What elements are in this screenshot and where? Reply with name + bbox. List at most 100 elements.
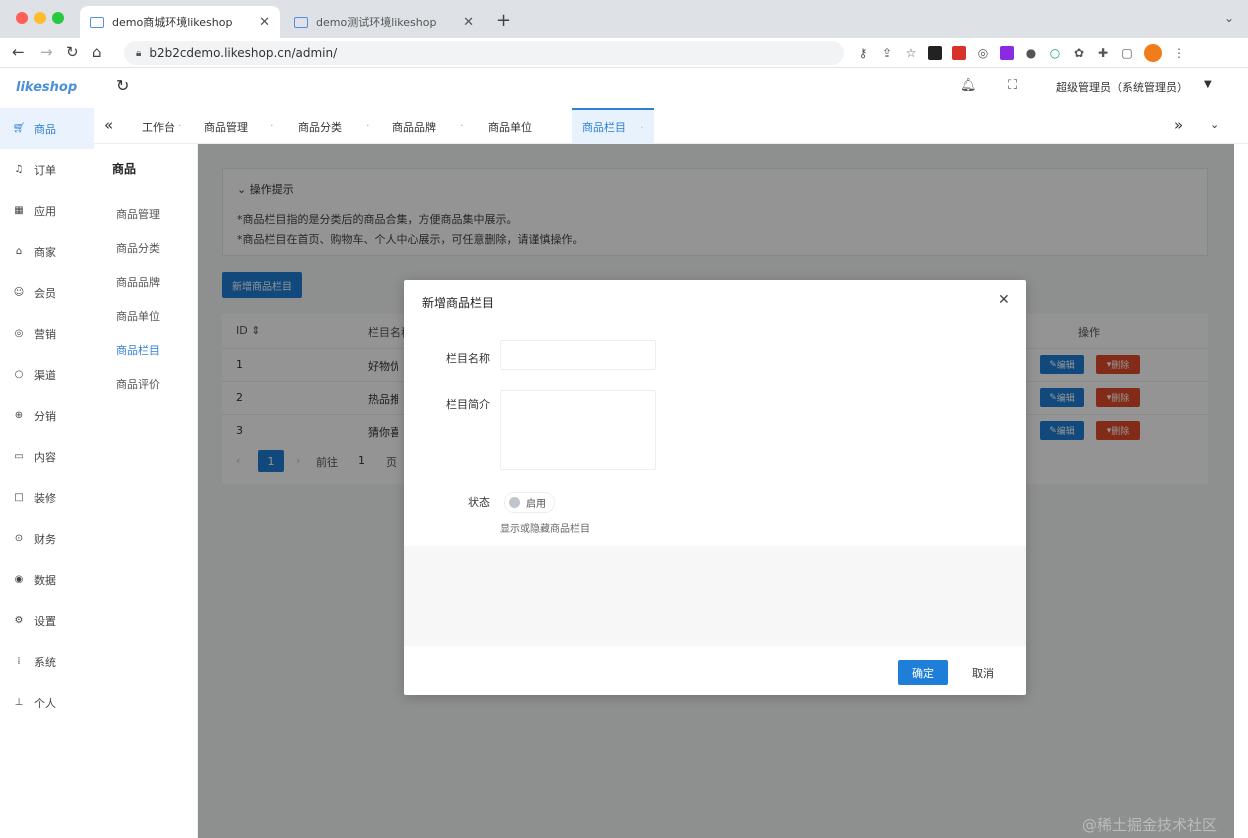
sidebar-item-label: 营销 — [34, 327, 56, 341]
dialog-title: 新增商品栏目 — [422, 296, 495, 310]
subnav-item-goods-brand[interactable]: 商品品牌 — [116, 274, 160, 290]
browser-tab-strip: demo商城环境likeshop ✕ demo测试环境likeshop ✕ + … — [0, 0, 1248, 38]
bell-icon: ♫ — [14, 164, 24, 175]
key-icon[interactable]: ⚷ — [856, 46, 870, 60]
back-icon[interactable]: ← — [12, 43, 25, 61]
sidebar-item-members[interactable]: ☺ 会员 — [0, 272, 94, 313]
tab-close-icon[interactable]: ✕ — [259, 15, 270, 30]
address-bar[interactable]: 🔒︎ b2b2cdemo.likeshop.cn/admin/ — [124, 41, 844, 65]
cart-icon: 🛒︎ — [12, 123, 26, 134]
kebab-menu-icon[interactable]: ⋮ — [1172, 46, 1186, 60]
sidebar-item-label: 财务 — [34, 532, 56, 546]
gear-icon: ⚙ — [14, 615, 24, 626]
sidebar-item-goods[interactable]: 🛒︎ 商品 — [0, 108, 94, 149]
system-icon: ⁞ — [17, 656, 21, 667]
extension-icon[interactable]: ● — [1024, 46, 1038, 60]
sidebar-item-system[interactable]: ⁞ 系统 — [0, 641, 94, 682]
status-enable-radio[interactable]: 启用 — [504, 492, 555, 513]
extension-icon[interactable] — [928, 46, 942, 60]
tag-close-icon[interactable]: · — [460, 119, 464, 132]
puzzle-icon[interactable]: ✚ — [1096, 46, 1110, 60]
tag-goods-unit[interactable]: 商品单位 — [488, 119, 532, 135]
sidebar-item-apps[interactable]: ▦ 应用 — [0, 190, 94, 231]
column-name-input[interactable] — [500, 340, 656, 370]
notification-bell-icon[interactable]: 🔔︎ — [960, 78, 977, 93]
tag-goods-column[interactable]: 商品栏目 · — [572, 108, 654, 144]
reload-icon[interactable]: ↻ — [66, 43, 79, 61]
close-icon[interactable]: ✕ — [998, 292, 1010, 308]
tag-workbench[interactable]: 工作台 — [142, 119, 175, 135]
forward-icon[interactable]: → — [40, 43, 53, 61]
sidebar-item-label: 商家 — [34, 245, 56, 259]
subnav-item-goods-column[interactable]: 商品栏目 — [116, 342, 160, 358]
sidebar-item-merchants[interactable]: ⌂ 商家 — [0, 231, 94, 272]
subnav-item-goods-category[interactable]: 商品分类 — [116, 240, 160, 256]
tag-close-icon[interactable]: · — [366, 119, 370, 132]
share-icon[interactable]: ⇪ — [880, 46, 894, 60]
close-window-button[interactable] — [16, 12, 28, 24]
sidebar-item-distribution[interactable]: ⊕ 分销 — [0, 395, 94, 436]
sidebar-item-orders[interactable]: ♫ 订单 — [0, 149, 94, 190]
confirm-button[interactable]: 确定 — [898, 660, 948, 685]
radio-circle-icon — [509, 497, 520, 508]
sidebar-item-content[interactable]: ▭ 内容 — [0, 436, 94, 477]
tag-goods-manage[interactable]: 商品管理 — [204, 119, 248, 135]
sidebar-item-label: 设置 — [34, 614, 56, 628]
maximize-window-button[interactable] — [52, 12, 64, 24]
tags-menu-icon[interactable]: ⌄ — [1210, 118, 1219, 131]
caret-down-icon[interactable]: ▼ — [1204, 79, 1212, 90]
collapse-sidebar-icon[interactable]: « — [104, 116, 113, 134]
sidebar-item-personal[interactable]: ⊥ 个人 — [0, 682, 94, 723]
subnav-item-goods-unit[interactable]: 商品单位 — [116, 308, 160, 324]
extension-icon[interactable]: ✿ — [1072, 46, 1086, 60]
browser-tab-active[interactable]: demo商城环境likeshop ✕ — [80, 6, 280, 38]
sidebar-item-label: 个人 — [34, 696, 56, 710]
refresh-icon[interactable]: ↻ — [116, 76, 129, 95]
tab-favicon-icon — [90, 16, 104, 28]
column-desc-label: 栏目简介 — [446, 398, 490, 411]
sidepanel-icon[interactable]: ▢ — [1120, 46, 1134, 60]
tag-close-icon[interactable]: · — [178, 119, 182, 132]
browser-tab-inactive[interactable]: demo测试环境likeshop ✕ — [284, 6, 484, 38]
sidebar-item-label: 应用 — [34, 204, 56, 218]
app-logo[interactable]: likeshop — [16, 80, 77, 95]
tag-goods-category[interactable]: 商品分类 — [298, 119, 342, 135]
column-name-label: 栏目名称 — [446, 352, 490, 365]
app-header: likeshop ↻ 🔔︎ ⛶ 超级管理员（系统管理员） ▼ — [0, 68, 1248, 108]
sidebar-item-settings[interactable]: ⚙ 设置 — [0, 600, 94, 641]
fullscreen-icon[interactable]: ⛶ — [1008, 78, 1017, 93]
sidebar-item-channels[interactable]: ○ 渠道 — [0, 354, 94, 395]
extension-icon[interactable]: ◎ — [976, 46, 990, 60]
tag-goods-brand[interactable]: 商品品牌 — [392, 119, 436, 135]
money-icon: ⊙ — [14, 533, 24, 544]
tab-search-icon[interactable]: ⌄ — [1224, 11, 1234, 25]
user-menu[interactable]: 超级管理员（系统管理员） — [1056, 79, 1188, 95]
shop-icon: ⌂ — [15, 246, 23, 257]
tab-tags-bar: « 工作台 · 商品管理 · 商品分类 · 商品品牌 · 商品单位 商品栏目 · … — [94, 108, 1248, 144]
subnav-item-goods-manage[interactable]: 商品管理 — [116, 206, 160, 222]
page-scrollbar[interactable] — [1234, 144, 1248, 838]
user-icon: ☺ — [13, 287, 25, 298]
new-tab-button[interactable]: + — [496, 10, 511, 31]
column-desc-textarea[interactable] — [500, 390, 656, 470]
profile-avatar[interactable] — [1144, 44, 1162, 62]
tag-close-icon[interactable]: · — [640, 121, 644, 134]
sidebar-item-finance[interactable]: ⊙ 财务 — [0, 518, 94, 559]
sidebar-item-data[interactable]: ◉ 数据 — [0, 559, 94, 600]
sidebar-item-marketing[interactable]: ◎ 营销 — [0, 313, 94, 354]
sidebar-item-label: 系统 — [34, 655, 56, 669]
extension-icon[interactable] — [1000, 46, 1014, 60]
subnav-item-goods-review[interactable]: 商品评价 — [116, 376, 160, 392]
cancel-button[interactable]: 取消 — [960, 660, 1006, 685]
bookmark-star-icon[interactable]: ☆ — [904, 46, 918, 60]
home-icon[interactable]: ⌂ — [92, 43, 102, 61]
tab-close-icon[interactable]: ✕ — [463, 15, 474, 30]
sidebar-item-label: 数据 — [34, 573, 56, 587]
extension-icon[interactable]: ○ — [1048, 46, 1062, 60]
brush-icon: □ — [14, 492, 24, 503]
tag-close-icon[interactable]: · — [270, 119, 274, 132]
tags-scroll-right-icon[interactable]: » — [1174, 116, 1183, 134]
sidebar-item-decoration[interactable]: □ 装修 — [0, 477, 94, 518]
extension-icon[interactable] — [952, 46, 966, 60]
minimize-window-button[interactable] — [34, 12, 46, 24]
